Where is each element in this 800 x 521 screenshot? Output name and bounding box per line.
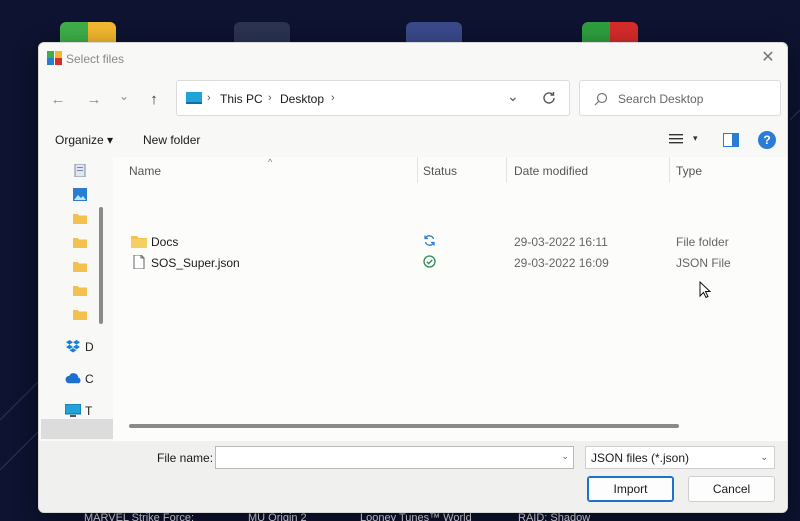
- import-button[interactable]: Import: [587, 476, 674, 502]
- document-icon: [74, 164, 86, 177]
- up-button[interactable]: ↑: [143, 91, 165, 109]
- select-files-dialog: Select files ✕ ← → ⌄ ↑ › This PC › Deskt…: [38, 42, 788, 513]
- nav-item-label: C: [85, 372, 94, 386]
- file-row[interactable]: Docs 29-03-2022 16:11 File folder: [113, 231, 787, 252]
- sort-indicator-icon: ^: [268, 157, 273, 167]
- file-type: JSON File: [676, 256, 731, 270]
- column-header-name[interactable]: Name: [129, 157, 161, 183]
- nav-item-onedrive[interactable]: C: [65, 369, 113, 389]
- folder-icon: [73, 310, 87, 320]
- chevron-down-icon: ⌄: [760, 452, 768, 462]
- title-bar: Select files ✕: [39, 43, 787, 75]
- view-dropdown-button[interactable]: ▾: [693, 133, 698, 144]
- back-button[interactable]: ←: [47, 91, 69, 109]
- file-name: SOS_Super.json: [151, 256, 240, 270]
- file-icon: [133, 255, 145, 269]
- file-name: Docs: [151, 235, 179, 249]
- nav-item-folder[interactable]: [65, 257, 113, 277]
- folder-icon: [73, 238, 87, 248]
- breadcrumb-this-pc[interactable]: This PC: [220, 92, 263, 106]
- file-type-filter[interactable]: JSON files (*.json) ⌄: [585, 446, 775, 469]
- nav-item-folder[interactable]: [65, 209, 113, 229]
- horizontal-scrollbar[interactable]: [129, 424, 679, 428]
- folder-icon: [73, 214, 87, 224]
- desktop-app-label[interactable]: Looney Tunes™ World: [360, 512, 472, 521]
- sync-icon: [424, 235, 435, 246]
- nav-item-folder[interactable]: [65, 305, 113, 325]
- desktop-app-label[interactable]: RAID: Shadow: [518, 512, 590, 521]
- file-date: 29-03-2022 16:11: [514, 235, 608, 249]
- address-bar[interactable]: › This PC › Desktop › ⌄: [176, 80, 570, 116]
- dialog-title: Select files: [66, 52, 125, 66]
- folder-icon: [131, 236, 147, 248]
- search-input[interactable]: [618, 90, 773, 108]
- file-type-filter-value: JSON files (*.json): [591, 451, 690, 465]
- column-divider[interactable]: [669, 157, 670, 183]
- file-type: File folder: [676, 235, 729, 249]
- column-header-date-modified[interactable]: Date modified: [514, 157, 588, 183]
- recent-locations-button[interactable]: ⌄: [113, 87, 135, 105]
- search-icon: [594, 92, 608, 106]
- address-dropdown-button[interactable]: ⌄: [507, 88, 519, 105]
- synced-check-icon: [423, 255, 436, 268]
- view-options-icon[interactable]: [669, 132, 683, 146]
- dropbox-icon: [66, 340, 80, 353]
- forward-button[interactable]: →: [83, 91, 105, 109]
- navigation-scrollbar[interactable]: [99, 207, 103, 324]
- nav-item-label: T: [85, 404, 93, 418]
- search-box[interactable]: [579, 80, 781, 116]
- mouse-cursor-icon: [699, 281, 711, 299]
- dialog-footer: File name: ⌄ JSON files (*.json) ⌄ Impor…: [39, 441, 787, 512]
- nav-selection-highlight: [41, 419, 113, 439]
- bluestacks-logo-icon: [47, 51, 62, 65]
- organize-button[interactable]: Organize ▾: [55, 133, 113, 147]
- breadcrumb-separator: ›: [268, 92, 272, 104]
- file-row[interactable]: SOS_Super.json 29-03-2022 16:09 JSON Fil…: [113, 252, 787, 273]
- column-divider[interactable]: [417, 157, 418, 183]
- chevron-down-icon[interactable]: ⌄: [561, 451, 569, 462]
- this-pc-icon: [186, 92, 202, 104]
- pictures-icon: [73, 188, 87, 201]
- nav-item-documents[interactable]: [65, 161, 113, 181]
- nav-item-this-pc[interactable]: T: [65, 401, 113, 421]
- nav-item-folder[interactable]: [65, 281, 113, 301]
- nav-item-dropbox[interactable]: D: [65, 337, 113, 357]
- folder-icon: [73, 286, 87, 296]
- nav-item-folder[interactable]: [65, 233, 113, 253]
- onedrive-icon: [65, 373, 81, 384]
- column-header-type[interactable]: Type: [676, 157, 702, 183]
- preview-pane-icon[interactable]: [723, 133, 739, 147]
- breadcrumb-separator: ›: [331, 92, 335, 104]
- breadcrumb-desktop[interactable]: Desktop: [280, 92, 324, 106]
- desktop-app-label[interactable]: MU Origin 2: [248, 512, 307, 521]
- new-folder-button[interactable]: New folder: [143, 133, 200, 147]
- file-name-field[interactable]: ⌄: [215, 446, 574, 469]
- column-header-status[interactable]: Status: [423, 157, 457, 183]
- file-list: ^ Name Status Date modified Type Docs 29…: [113, 157, 787, 441]
- cancel-button[interactable]: Cancel: [688, 476, 775, 502]
- file-name-label: File name:: [157, 451, 214, 465]
- close-button[interactable]: ✕: [757, 47, 779, 69]
- desktop-app-label[interactable]: MARVEL Strike Force:: [84, 512, 194, 521]
- this-pc-icon: [65, 404, 81, 417]
- folder-icon: [73, 262, 87, 272]
- refresh-icon[interactable]: [540, 89, 558, 107]
- file-date: 29-03-2022 16:09: [514, 256, 609, 270]
- help-button[interactable]: ?: [758, 131, 776, 149]
- breadcrumb-separator: ›: [207, 92, 211, 104]
- nav-item-label: D: [85, 340, 94, 354]
- nav-item-pictures[interactable]: [65, 185, 113, 205]
- column-divider[interactable]: [506, 157, 507, 183]
